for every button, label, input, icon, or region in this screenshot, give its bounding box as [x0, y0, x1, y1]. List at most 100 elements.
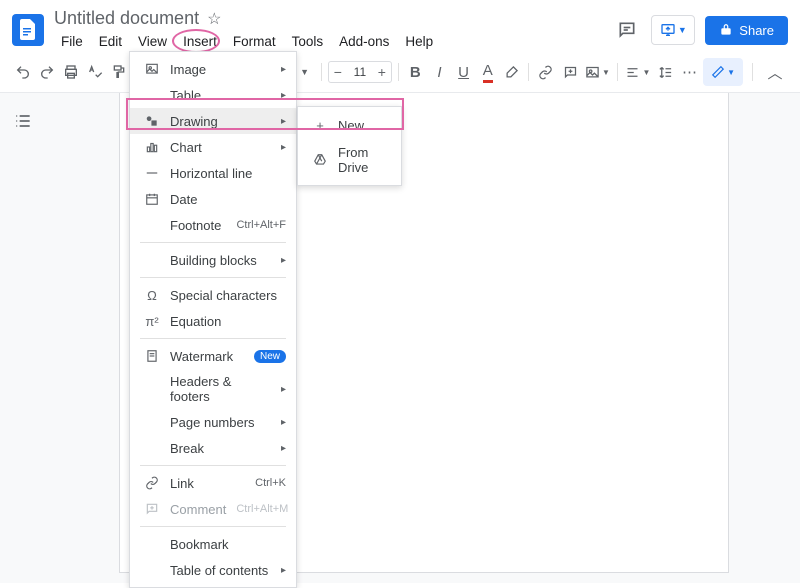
caret-down-icon[interactable]: ▼ [300, 67, 309, 77]
present-button[interactable]: ▼ [651, 15, 695, 45]
paint-format-icon[interactable] [109, 59, 130, 85]
outline-icon[interactable] [13, 111, 35, 133]
insert-footnote-item[interactable]: Footnote Ctrl+Alt+F [130, 212, 296, 238]
chevron-right-icon: ▸ [281, 90, 286, 101]
plus-icon: + [312, 117, 328, 133]
insert-watermark-item[interactable]: Watermark New [130, 343, 296, 369]
menu-addons[interactable]: Add-ons [332, 31, 396, 52]
insert-special-chars-item[interactable]: Ω Special characters [130, 282, 296, 308]
blank-icon [144, 87, 160, 103]
line-spacing-icon[interactable] [655, 59, 676, 85]
share-button[interactable]: Share [705, 16, 788, 45]
insert-headers-footers-label: Headers & footers [170, 374, 271, 404]
insert-page-numbers-item[interactable]: Page numbers ▸ [130, 409, 296, 435]
menu-insert[interactable]: Insert [176, 31, 224, 52]
menu-separator [140, 242, 286, 243]
docs-logo[interactable] [12, 14, 44, 46]
insert-toc-label: Table of contents [170, 563, 271, 578]
print-icon[interactable] [60, 59, 81, 85]
drawing-new-label: New [338, 118, 391, 133]
insert-image-icon[interactable]: ▼ [584, 59, 612, 85]
doc-title[interactable]: Untitled document [54, 8, 199, 29]
underline-icon[interactable]: U [453, 59, 474, 85]
insert-headers-footers-item[interactable]: Headers & footers ▸ [130, 369, 296, 409]
insert-building-blocks-item[interactable]: Building blocks ▸ [130, 247, 296, 273]
insert-toc-item[interactable]: Table of contents ▸ [130, 557, 296, 583]
menu-view[interactable]: View [131, 31, 174, 52]
menu-separator [140, 526, 286, 527]
insert-bookmark-item[interactable]: Bookmark [130, 531, 296, 557]
insert-link-item[interactable]: Link Ctrl+K [130, 470, 296, 496]
spellcheck-icon[interactable] [84, 59, 105, 85]
toolbar: ▼ − 11 + B I U A ▼ ▼ ⋯ ▼ ︿ [0, 52, 800, 93]
bold-icon[interactable]: B [405, 59, 426, 85]
font-size-value[interactable]: 11 [347, 65, 373, 79]
undo-icon[interactable] [12, 59, 33, 85]
chevron-right-icon: ▸ [281, 64, 286, 75]
menu-format[interactable]: Format [226, 31, 283, 52]
insert-drawing-item[interactable]: Drawing ▸ [130, 108, 296, 134]
drawing-from-drive-label: From Drive [338, 145, 391, 175]
comments-icon[interactable] [613, 16, 641, 44]
drive-icon [312, 152, 328, 168]
toolbar-separator [617, 63, 618, 81]
new-badge: New [254, 350, 286, 363]
insert-link-label: Link [170, 476, 245, 491]
drawing-from-drive-item[interactable]: From Drive [298, 139, 401, 181]
drawing-new-item[interactable]: + New [298, 111, 401, 139]
insert-break-item[interactable]: Break ▸ [130, 435, 296, 461]
calendar-icon [144, 191, 160, 207]
blank-icon [144, 414, 160, 430]
editing-mode-button[interactable]: ▼ [703, 58, 743, 86]
chevron-right-icon: ▸ [281, 255, 286, 266]
insert-equation-label: Equation [170, 314, 286, 329]
toolbar-separator [321, 63, 322, 81]
insert-chart-label: Chart [170, 140, 271, 155]
align-icon[interactable]: ▼ [624, 59, 652, 85]
insert-date-label: Date [170, 192, 286, 207]
italic-icon[interactable]: I [429, 59, 450, 85]
highlight-icon[interactable] [501, 59, 522, 85]
menu-edit[interactable]: Edit [92, 31, 129, 52]
redo-icon[interactable] [36, 59, 57, 85]
insert-table-item[interactable]: Table ▸ [130, 82, 296, 108]
blank-icon [144, 252, 160, 268]
footnote-shortcut: Ctrl+Alt+F [236, 219, 286, 231]
text-color-icon[interactable]: A [477, 59, 498, 85]
insert-break-label: Break [170, 441, 271, 456]
insert-page-numbers-label: Page numbers [170, 415, 271, 430]
comment-shortcut: Ctrl+Alt+M [236, 503, 288, 515]
insert-equation-item[interactable]: π² Equation [130, 308, 296, 334]
link-icon [144, 475, 160, 491]
chevron-up-icon[interactable]: ︿ [762, 59, 788, 85]
insert-special-chars-label: Special characters [170, 288, 286, 303]
menu-separator [140, 338, 286, 339]
menu-help[interactable]: Help [398, 31, 440, 52]
chevron-right-icon: ▸ [281, 565, 286, 576]
insert-image-label: Image [170, 62, 271, 77]
insert-footnote-label: Footnote [170, 218, 226, 233]
blank-icon [144, 440, 160, 456]
share-label: Share [739, 23, 774, 38]
plus-icon[interactable]: + [373, 64, 391, 80]
menu-file[interactable]: File [54, 31, 90, 52]
blank-icon [144, 217, 160, 233]
caret-down-icon: ▼ [727, 68, 735, 77]
insert-comment-icon[interactable] [559, 59, 580, 85]
star-icon[interactable]: ☆ [207, 9, 221, 29]
insert-bookmark-label: Bookmark [170, 537, 286, 552]
font-size-control[interactable]: − 11 + [328, 61, 392, 83]
blank-icon [144, 562, 160, 578]
insert-link-icon[interactable] [535, 59, 556, 85]
drawing-submenu: + New From Drive [297, 106, 402, 186]
blank-icon [144, 381, 160, 397]
insert-chart-item[interactable]: Chart ▸ [130, 134, 296, 160]
more-icon[interactable]: ⋯ [679, 59, 700, 85]
horizontal-line-icon [144, 165, 160, 181]
insert-hr-item[interactable]: Horizontal line [130, 160, 296, 186]
insert-image-item[interactable]: Image ▸ [130, 56, 296, 82]
comment-icon [144, 501, 160, 517]
minus-icon[interactable]: − [329, 64, 347, 80]
insert-date-item[interactable]: Date [130, 186, 296, 212]
menu-tools[interactable]: Tools [285, 31, 331, 52]
